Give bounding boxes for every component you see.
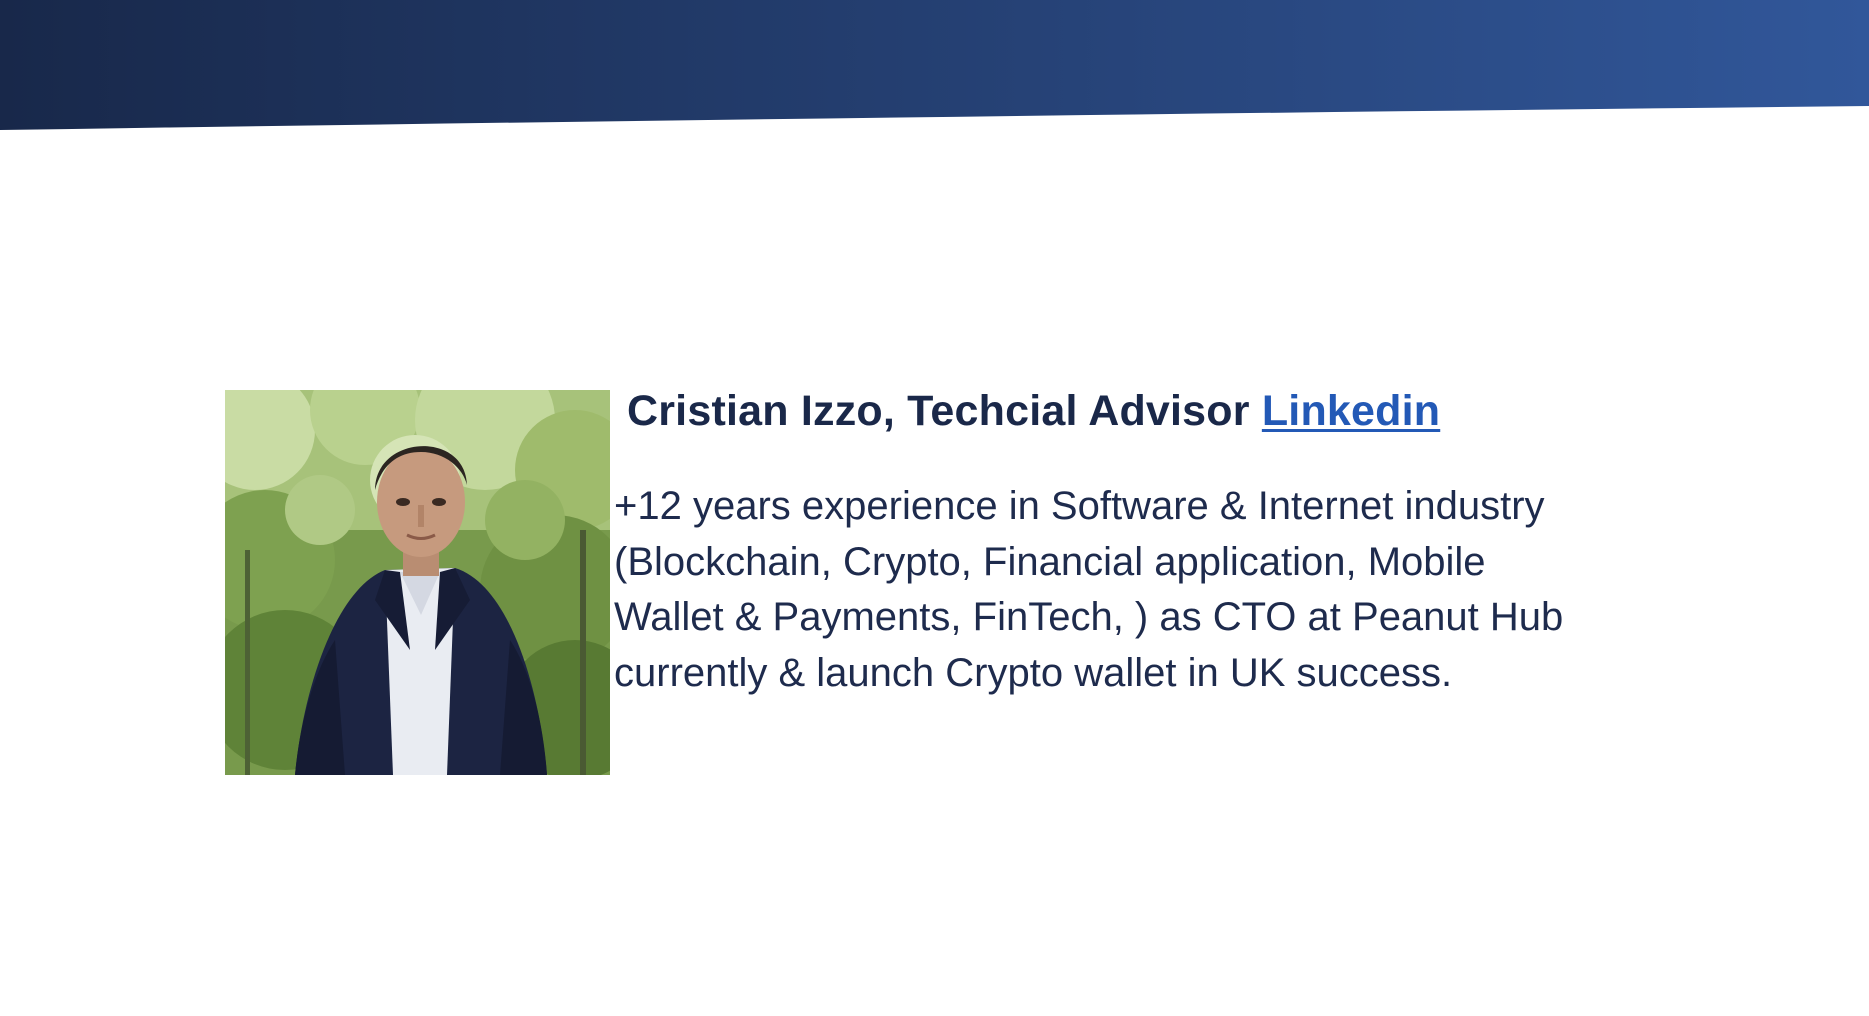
bio-line: Wallet & Payments, FinTech, ) as CTO at … (614, 595, 1564, 639)
profile-heading: Cristian Izzo, Techcial Advisor Linkedin (627, 383, 1440, 439)
bio-text: +12 years experience in Software & Inter… (614, 479, 1624, 701)
linkedin-link[interactable]: Linkedin (1262, 387, 1440, 435)
slide: Cristian Izzo, Techcial Advisor Linkedin… (0, 0, 1869, 1016)
bio-line: (Blockchain, Crypto, Financial applicati… (614, 539, 1486, 584)
profile-photo-image (225, 390, 610, 775)
bio-line: currently & launch Crypto wallet in UK s… (614, 650, 1453, 695)
profile-photo (225, 390, 610, 775)
bio-line: +12 years experience in Software & Inter… (614, 484, 1545, 528)
name-title: Cristian Izzo, Techcial Advisor (627, 387, 1250, 435)
header-band (0, 0, 1869, 130)
